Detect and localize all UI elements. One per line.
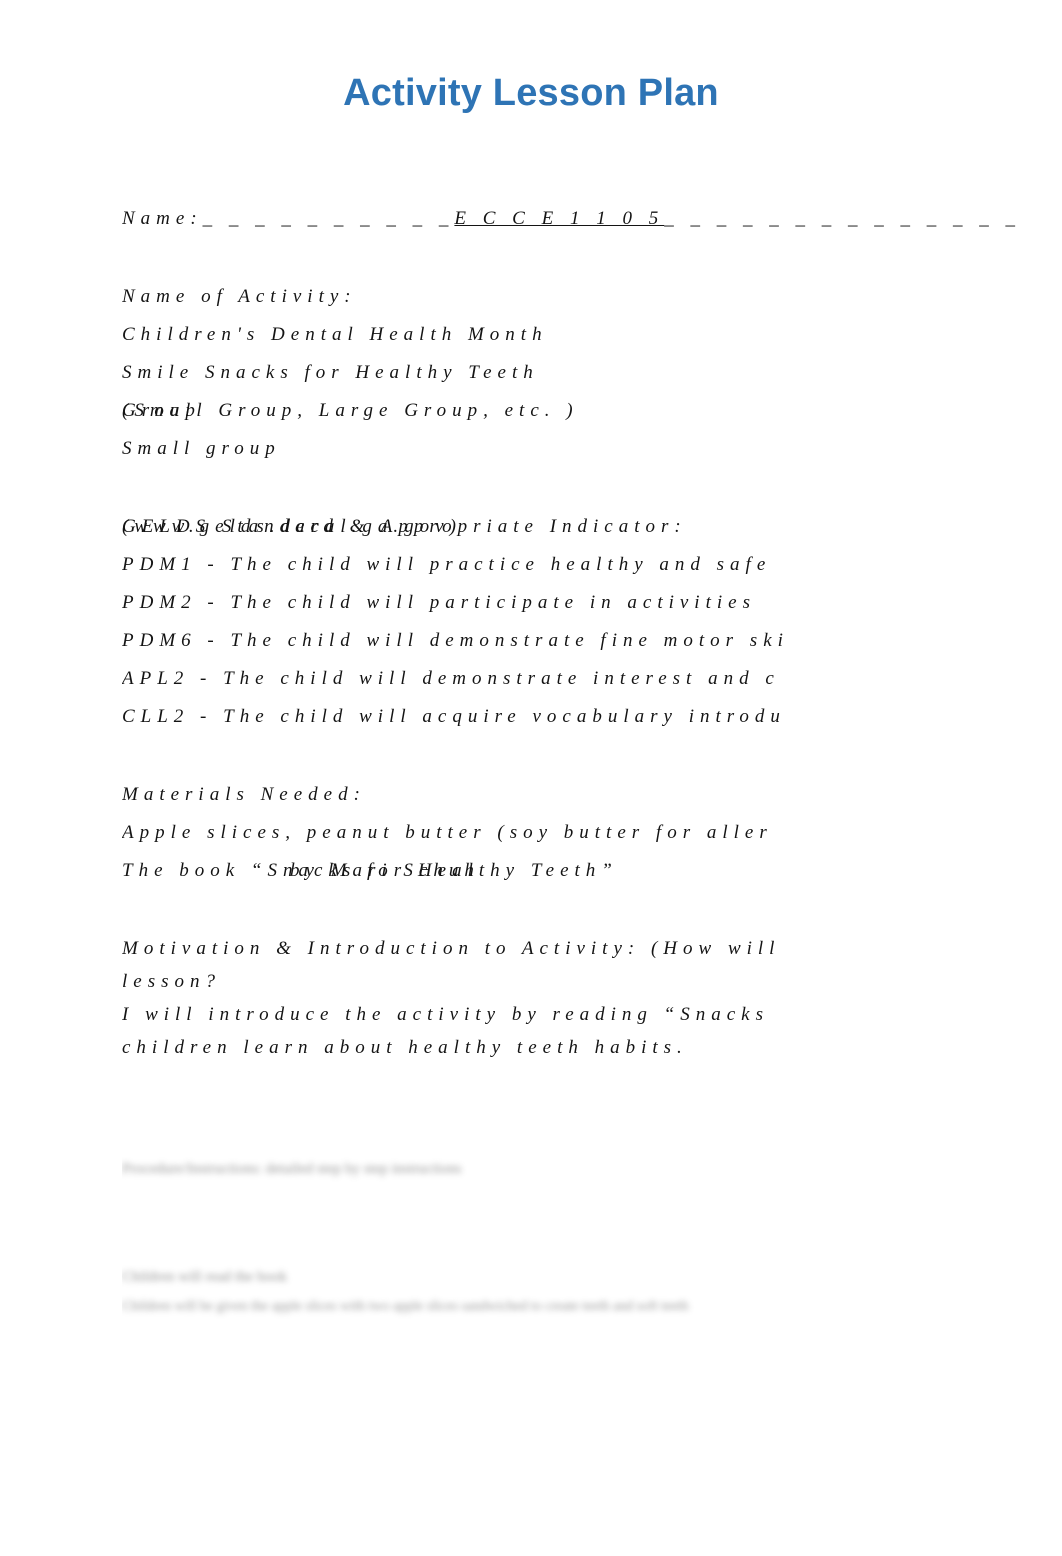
activity-line-2: Smile Snacks for Healthy Teeth xyxy=(122,362,539,383)
materials-line-1: Apple slices, peanut butter (soy butter … xyxy=(122,822,773,843)
activity-line-1: Children's Dental Health Month xyxy=(122,324,548,345)
gelds-heading-overlap: GELDS Standard & Appropriate Indicator: … xyxy=(122,508,687,546)
motivation-body-line-1: I will introduce the activity by reading… xyxy=(122,1004,769,1025)
document-page: Activity Lesson Plan Name:_ _ _ _ _ _ _ … xyxy=(0,0,1062,1556)
gelds-standard: PDM2 - The child will participate in act… xyxy=(122,592,756,613)
name-leading-rule: _ _ _ _ _ _ _ _ _ _ xyxy=(202,208,455,229)
motivation-heading-line-1: Motivation & Introduction to Activity: (… xyxy=(122,938,781,959)
gelds-standard: PDM1 - The child will practice healthy a… xyxy=(122,554,772,575)
gelds-standard: APL2 - The child will demonstrate intere… xyxy=(122,668,780,689)
redacted-text: Children will read the book xyxy=(122,1269,287,1285)
book-overlap: The book “Snacks for Healthy Teeth” The … xyxy=(122,852,618,890)
book-author-overlay: by Mari Schuh xyxy=(290,860,480,881)
name-label: Name: xyxy=(122,208,203,229)
activity-heading: Name of Activity: xyxy=(122,286,357,307)
gelds-standard: PDM6 - The child will demonstrate fine m… xyxy=(122,630,789,651)
group-value: Small group xyxy=(122,438,281,459)
motivation-heading-line-2: lesson? xyxy=(122,971,221,992)
group-parenthetical: (Small Group, Large Group, etc. ) xyxy=(122,400,579,421)
redacted-text: Children will be given the apple slices … xyxy=(122,1299,689,1314)
page-title: Activity Lesson Plan xyxy=(343,72,719,114)
group-overlap: (Small Group, Large Group, etc. ) Group … xyxy=(122,392,579,430)
group-line: (Small Group, Large Group, etc. ) Group … xyxy=(122,392,1062,430)
materials-heading: Materials Needed: xyxy=(122,784,366,805)
gelds-standard: CLL2 - The child will acquire vocabulary… xyxy=(122,706,786,727)
document-body: Name:_ _ _ _ _ _ _ _ _ _E C C E 1 1 0 5_… xyxy=(122,200,1062,1322)
name-value: E C C E 1 1 0 5 xyxy=(454,208,665,229)
materials-book-line: The book “Snacks for Healthy Teeth” The … xyxy=(122,852,1062,890)
name-trailing-rule: _ _ _ _ _ _ _ _ _ _ _ _ _ _ xyxy=(664,208,1021,229)
name-line: Name:_ _ _ _ _ _ _ _ _ _E C C E 1 1 0 5_… xyxy=(122,200,1062,238)
gelds-heading-overlay: (www.gelds.decal.ga.gov) xyxy=(122,516,462,537)
motivation-body-line-2: children learn about healthy teeth habit… xyxy=(122,1037,688,1058)
redacted-text: Procedure/Instructions: detailed step by… xyxy=(122,1161,462,1177)
gelds-heading-line: GELDS Standard & Appropriate Indicator: … xyxy=(122,508,1062,546)
